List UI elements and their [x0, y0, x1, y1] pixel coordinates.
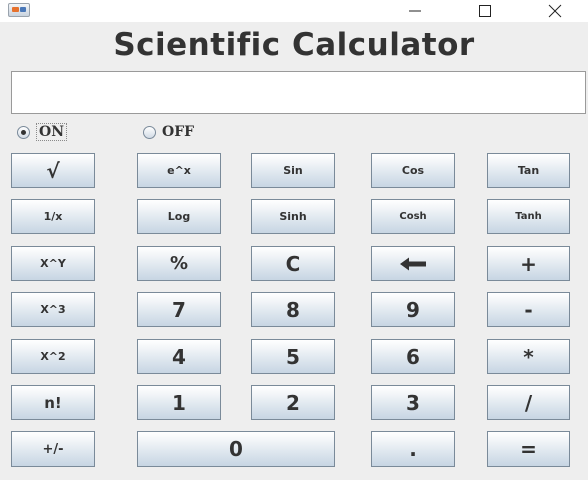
radio-unselected-icon: [143, 125, 156, 139]
power-off-radio[interactable]: OFF: [143, 122, 194, 142]
sin-button[interactable]: Sin: [251, 153, 335, 188]
backspace-button[interactable]: [371, 246, 455, 281]
reciprocal-button[interactable]: 1/x: [11, 199, 95, 234]
divide-button[interactable]: /: [487, 385, 570, 420]
log-button[interactable]: Log: [137, 199, 221, 234]
minus-button[interactable]: -: [487, 292, 570, 327]
minimize-button[interactable]: [392, 0, 438, 22]
maximize-button[interactable]: [462, 0, 508, 22]
negate-button[interactable]: +/-: [11, 431, 95, 467]
cos-button[interactable]: Cos: [371, 153, 455, 188]
radio-selected-icon: [17, 125, 30, 139]
digit-4-button[interactable]: 4: [137, 339, 221, 374]
clear-button[interactable]: C: [251, 246, 335, 281]
square-button[interactable]: X^2: [11, 339, 95, 374]
tanh-button[interactable]: Tanh: [487, 199, 570, 234]
cube-button[interactable]: X^3: [11, 292, 95, 327]
multiply-button[interactable]: *: [487, 339, 570, 374]
digit-7-button[interactable]: 7: [137, 292, 221, 327]
sinh-button[interactable]: Sinh: [251, 199, 335, 234]
decimal-button[interactable]: .: [371, 431, 455, 467]
calculator-display[interactable]: [11, 71, 586, 114]
exp-button[interactable]: e^x: [137, 153, 221, 188]
tan-button[interactable]: Tan: [487, 153, 570, 188]
backspace-arrow-icon: [400, 257, 426, 270]
close-icon: [548, 4, 562, 18]
digit-2-button[interactable]: 2: [251, 385, 335, 420]
sqrt-button[interactable]: √: [11, 153, 95, 188]
plus-button[interactable]: +: [487, 246, 570, 281]
digit-9-button[interactable]: 9: [371, 292, 455, 327]
cosh-button[interactable]: Cosh: [371, 199, 455, 234]
java-app-icon: [8, 3, 30, 17]
power-on-radio[interactable]: ON: [17, 122, 67, 142]
close-button[interactable]: [532, 0, 578, 22]
calculator-title: Scientific Calculator: [113, 27, 475, 63]
power-off-label: OFF: [162, 124, 195, 140]
equals-button[interactable]: =: [487, 431, 570, 467]
digit-6-button[interactable]: 6: [371, 339, 455, 374]
factorial-button[interactable]: n!: [11, 385, 95, 420]
digit-3-button[interactable]: 3: [371, 385, 455, 420]
title-bar: [0, 0, 588, 22]
digit-0-button[interactable]: 0: [137, 431, 335, 467]
percent-button[interactable]: %: [137, 246, 221, 281]
digit-1-button[interactable]: 1: [137, 385, 221, 420]
digit-5-button[interactable]: 5: [251, 339, 335, 374]
maximize-icon: [479, 5, 491, 17]
minimize-icon: [409, 10, 421, 12]
digit-8-button[interactable]: 8: [251, 292, 335, 327]
power-xy-button[interactable]: X^Y: [11, 246, 95, 281]
power-on-label: ON: [36, 123, 67, 141]
